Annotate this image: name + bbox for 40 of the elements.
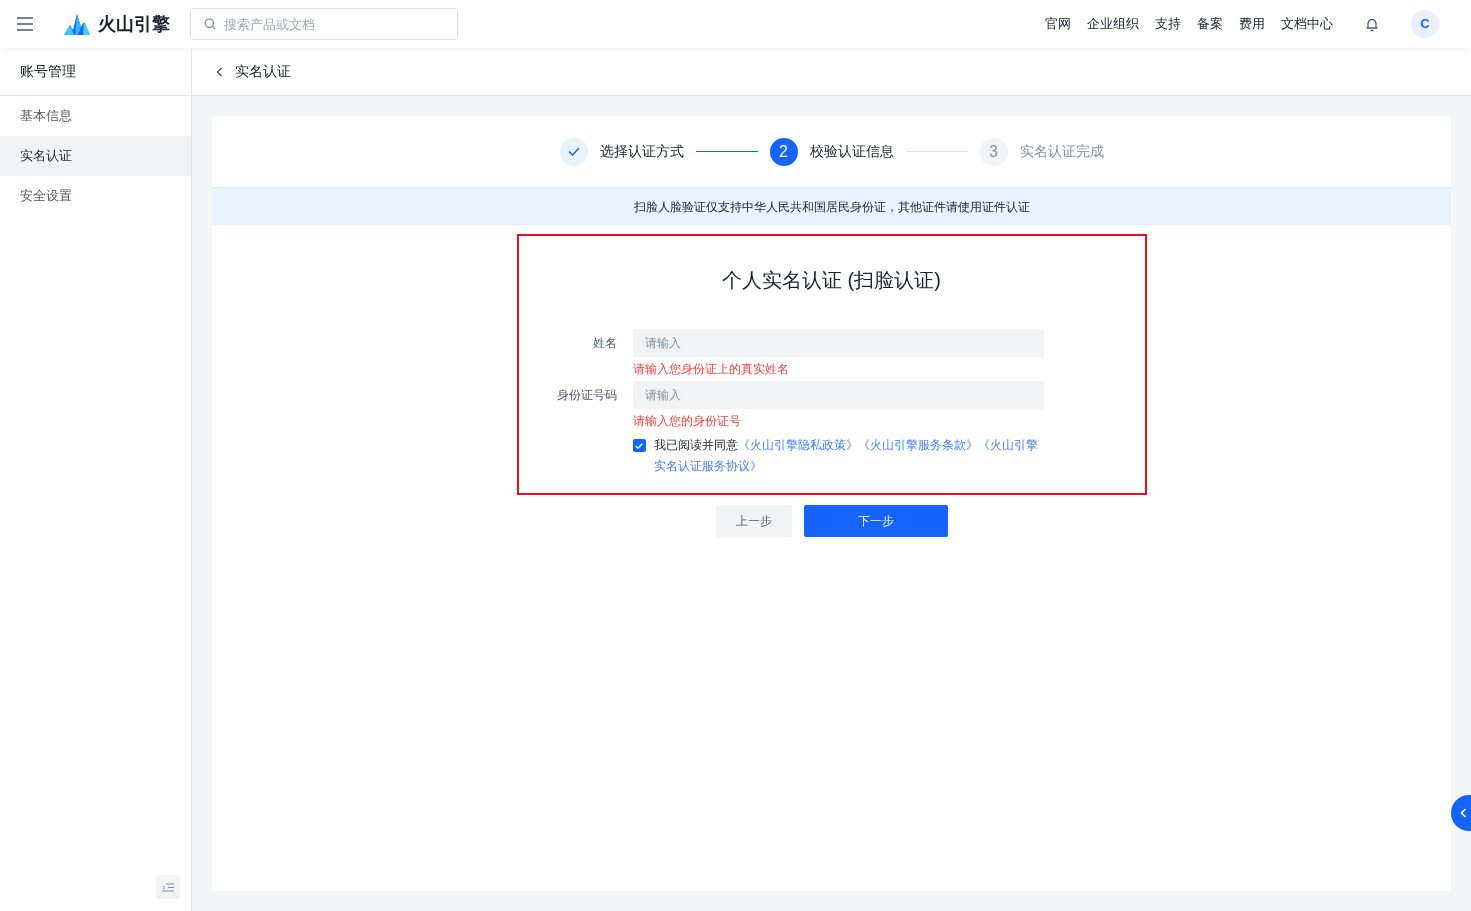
nav-link[interactable]: 支持 — [1155, 14, 1181, 34]
user-avatar[interactable]: C — [1411, 10, 1439, 38]
search-icon — [204, 18, 216, 30]
mountain-logo-icon — [64, 13, 90, 35]
nav-link[interactable]: 备案 — [1197, 14, 1223, 34]
step-label: 校验认证信息 — [809, 142, 894, 161]
back-chevron-icon[interactable] — [216, 66, 223, 77]
text-input[interactable]: 请输入 — [632, 329, 1044, 357]
agreement-checkbox[interactable] — [632, 439, 646, 452]
field-label: 姓名 — [591, 335, 617, 352]
menu-icon[interactable] — [16, 17, 34, 31]
chevron-left-icon — [1460, 808, 1467, 818]
check-icon — [567, 147, 580, 156]
bell-icon[interactable] — [1365, 16, 1379, 32]
step-number: 3 — [979, 137, 1008, 166]
check-icon — [635, 442, 643, 449]
nav-link[interactable]: 文档中心 — [1281, 14, 1333, 34]
sidebar-item[interactable]: 安全设置 — [0, 176, 191, 216]
sidebar-item[interactable]: 实名认证 — [0, 136, 191, 176]
field-label: 身份证号码 — [555, 387, 617, 404]
indent-icon — [162, 882, 174, 892]
step-number: 2 — [769, 137, 798, 166]
step-label: 实名认证完成 — [1019, 142, 1104, 161]
nav-link[interactable]: 费用 — [1239, 14, 1265, 34]
page-title: 实名认证 — [235, 62, 291, 81]
brand-name: 火山引擎 — [98, 12, 170, 36]
sidebar-item[interactable]: 基本信息 — [0, 96, 191, 136]
notice-banner: 扫脸人脸验证仅支持中华人民共和国居民身份证，其他证件请使用证件认证 — [212, 188, 1451, 225]
sidebar-title: 账号管理 — [20, 62, 76, 81]
nav-link[interactable]: 企业组织 — [1087, 14, 1139, 34]
nav-link[interactable]: 官网 — [1045, 14, 1071, 34]
search-field[interactable]: 搜索产品或文档 — [190, 8, 458, 40]
next-button[interactable]: 下一步 — [803, 505, 948, 537]
previous-button[interactable]: 上一步 — [715, 505, 792, 537]
step-label: 选择认证方式 — [599, 142, 684, 161]
text-input[interactable]: 请输入 — [632, 381, 1044, 409]
error-message: 请输入您身份证上的真实姓名 — [632, 361, 789, 378]
agreement-text: 我已阅读并同意《火山引擎隐私政策》《火山引擎服务条款》《火山引擎实名认证服务协议》 — [653, 437, 1039, 475]
form-title: 个人实名认证 (扫脸认证) — [721, 268, 942, 293]
error-message: 请输入您的身份证号 — [632, 413, 741, 430]
